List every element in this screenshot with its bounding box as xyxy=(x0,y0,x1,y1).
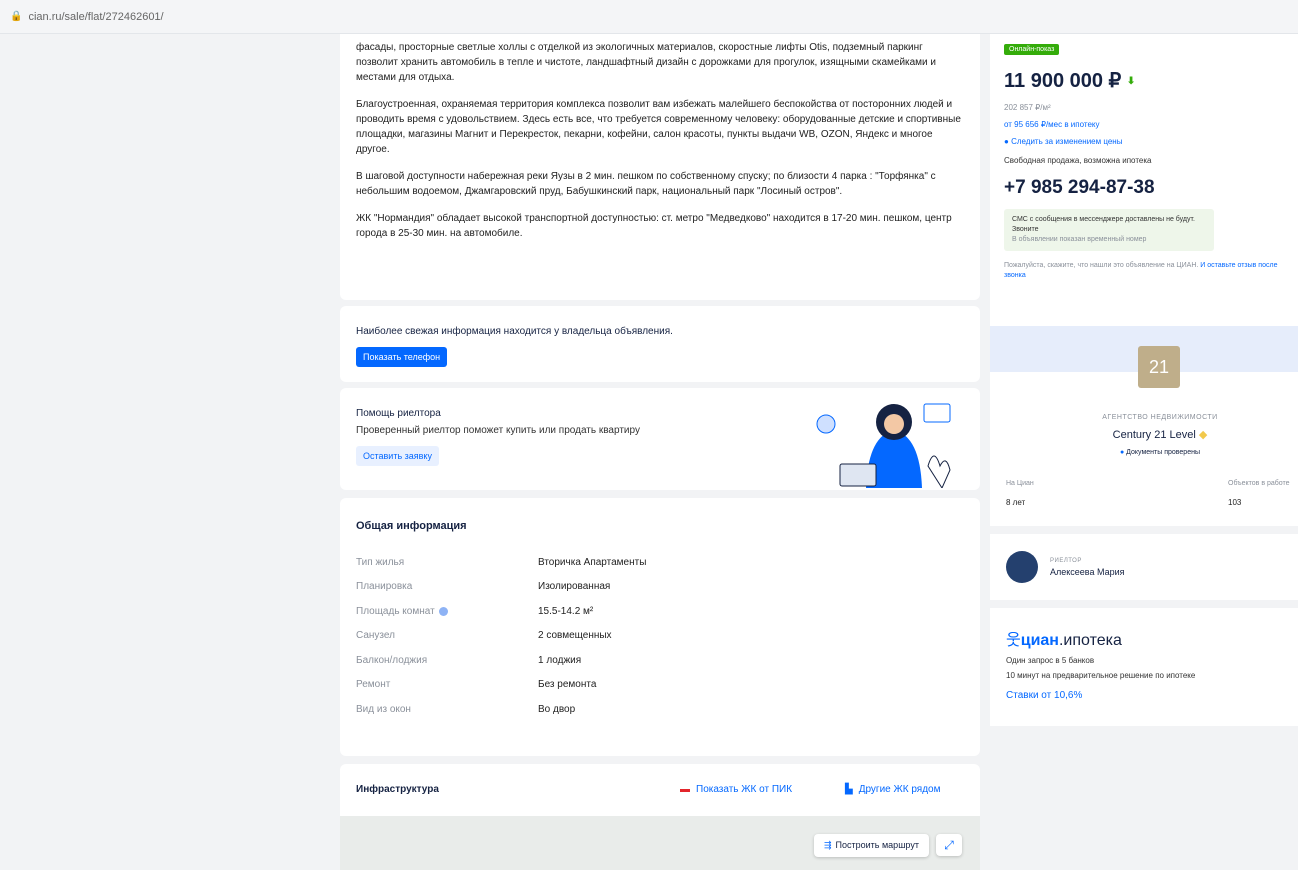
verified-icon: ◆ xyxy=(1198,429,1208,441)
infrastructure-card: Инфраструктура ▬ Показать ЖК от ПИК ▙ Друг… xyxy=(340,764,980,870)
report-message: Пожалуйста, скажите, что нашли это объяв… xyxy=(1004,262,1199,269)
info-row: Ремонт Без ремонта xyxy=(356,673,964,698)
cian-person-icon: 웃 xyxy=(1006,632,1021,649)
leave-request-button[interactable]: Оставить заявку xyxy=(356,446,439,466)
agency-type: АГЕНТСТВО НЕДВИЖИМОСТИ xyxy=(1102,414,1218,421)
info-value: 15.5-14.2 м² xyxy=(538,605,594,617)
online-show-badge: Онлайн-показ xyxy=(1004,44,1060,55)
sms-subtitle: В объявлении показан временный номер xyxy=(1012,236,1147,243)
mortgage-payment-link[interactable]: от 95 656 ₽/мес в ипотеку xyxy=(1004,120,1284,129)
documents-verified-label: Документы проверены xyxy=(1126,449,1200,456)
report-text: Пожалуйста, скажите, что нашли это объяв… xyxy=(1004,261,1284,281)
stat-value: 103 xyxy=(1228,498,1242,507)
info-value: Без ремонта xyxy=(538,679,597,691)
agency-logo: 21 xyxy=(1138,346,1180,388)
info-key: Площадь комнат xyxy=(356,606,538,617)
info-value: 1 лоджия xyxy=(538,654,582,666)
general-info-card: Общая информация Тип жилья Вторичка Апар… xyxy=(340,498,980,756)
general-info-title: Общая информация xyxy=(356,520,467,532)
info-key: Планировка xyxy=(356,581,413,593)
realtor-illustration xyxy=(816,403,951,488)
freshness-card: Наиболее свежая информация находится у в… xyxy=(340,306,980,382)
stat-label: На Циан xyxy=(1006,480,1034,487)
build-route-button[interactable]: ⇶ Построить маршрут xyxy=(814,834,929,857)
description-card: фасады, просторные светлые холлы с отдел… xyxy=(340,34,980,300)
sale-type: Свободная продажа, возможна ипотека xyxy=(1004,156,1152,165)
infrastructure-title: Инфраструктура xyxy=(356,784,439,795)
description-paragraph: В шаговой доступности набережная реки Яу… xyxy=(356,171,936,197)
info-row: Площадь комнат 15.5-14.2 м² xyxy=(356,599,964,624)
other-complexes-link[interactable]: ▙ Другие ЖК рядом xyxy=(845,784,940,795)
description-paragraph: Благоустроенная, охраняемая территория к… xyxy=(356,99,961,155)
sms-notice: СМС с сообщения в мессенджере доставлены… xyxy=(1004,209,1214,251)
route-icon: ⇶ xyxy=(824,840,832,850)
info-key-text: Площадь комнат xyxy=(356,605,435,617)
lock-icon: 🔒 xyxy=(10,11,23,22)
mortgage-line: 10 минут на предварительное решение по и… xyxy=(1006,671,1196,680)
info-row: Тип жилья Вторичка Апартаменты xyxy=(356,550,964,575)
other-complexes-label: Другие ЖК рядом xyxy=(858,784,941,795)
info-key: Тип жилья xyxy=(356,556,405,568)
expand-map-icon[interactable]: ⤢ xyxy=(936,834,962,856)
map[interactable]: ⇶ Построить маршрут ⤢ xyxy=(340,816,980,870)
documents-verified: ● Документы проверены xyxy=(990,449,1298,456)
realtor-name[interactable]: Алексеева Мария xyxy=(1050,567,1125,577)
brand-cian: циан xyxy=(1020,632,1059,649)
phone-number[interactable]: +7 985 294-87-38 xyxy=(1004,177,1284,199)
mortgage-rate-link[interactable]: Ставки от 10,6% xyxy=(1006,690,1282,701)
info-row: Санузел 2 совмещенных xyxy=(356,624,964,649)
price-per-meter: 202 857 ₽/м² xyxy=(1004,103,1051,112)
freshness-text: Наиболее свежая информация находится у в… xyxy=(356,326,673,337)
price-card: Онлайн-показ 11 900 000 ₽ ⬇ 202 857 ₽/м²… xyxy=(990,34,1298,326)
stat-label: Объектов в работе xyxy=(1228,480,1290,487)
sms-title: СМС с сообщения в мессенджере доставлены… xyxy=(1012,216,1195,233)
mortgage-card: 웃циан.ипотека Один запрос в 5 банков 10 … xyxy=(990,608,1298,726)
realtor-help-card: Помощь риелтора Проверенный риелтор помо… xyxy=(340,388,980,490)
check-icon: ● xyxy=(1119,449,1125,456)
show-pik-label: Показать ЖК от ПИК xyxy=(696,784,793,795)
watch-price-link[interactable]: ● Следить за изменением цены xyxy=(1004,137,1284,146)
info-row: Балкон/лоджия 1 лоджия xyxy=(356,648,964,673)
bell-icon: ● xyxy=(1004,137,1009,146)
building-icon: ▙ xyxy=(845,784,853,795)
stat-value: 8 лет xyxy=(1006,498,1026,507)
address-bar[interactable]: 🔒 cian.ru/sale/flat/272462601/ xyxy=(0,0,1298,34)
realtor-card[interactable]: РИЕЛТОР Алексеева Мария xyxy=(990,534,1298,600)
info-key: Вид из окон xyxy=(356,703,411,715)
brand-mortgage: .ипотека xyxy=(1058,632,1122,649)
pik-logo-icon: ▬ xyxy=(680,784,690,795)
description-paragraph: фасады, просторные светлые холлы с отдел… xyxy=(356,42,937,83)
agency-card[interactable]: 21 АГЕНТСТВО НЕДВИЖИМОСТИ Century 21 Lev… xyxy=(990,346,1298,526)
price-value: 11 900 000 ₽ xyxy=(1004,70,1122,92)
info-value: Вторичка Апартаменты xyxy=(538,556,647,568)
realtor-role: РИЕЛТОР xyxy=(1050,557,1082,564)
cian-mortgage-logo: 웃циан.ипотека xyxy=(1006,626,1282,650)
agency-name[interactable]: Century 21 Level ◆ xyxy=(990,428,1298,441)
description-paragraph: ЖК "Нормандия" обладает высокой транспор… xyxy=(356,213,952,239)
mortgage-line: Один запрос в 5 банков xyxy=(1006,656,1095,665)
price: 11 900 000 ₽ ⬇ xyxy=(1004,68,1284,93)
agency-name-label: Century 21 Level xyxy=(1112,429,1196,441)
info-key: Санузел xyxy=(356,630,395,642)
info-key: Балкон/лоджия xyxy=(356,654,428,666)
info-row: Планировка Изолированная xyxy=(356,575,964,600)
show-pik-link[interactable]: ▬ Показать ЖК от ПИК xyxy=(680,784,792,795)
avatar xyxy=(1006,551,1038,583)
build-route-label: Построить маршрут xyxy=(835,840,919,850)
info-value: Во двор xyxy=(538,703,576,715)
url-text[interactable]: cian.ru/sale/flat/272462601/ xyxy=(28,11,163,23)
info-row: Вид из окон Во двор xyxy=(356,697,964,722)
info-value: 2 совмещенных xyxy=(538,630,612,642)
info-key: Ремонт xyxy=(356,679,391,691)
watch-price-label: Следить за изменением цены xyxy=(1011,137,1123,146)
info-value: Изолированная xyxy=(538,581,611,593)
show-phone-button[interactable]: Показать телефон xyxy=(356,347,448,367)
price-down-icon[interactable]: ⬇ xyxy=(1127,76,1135,87)
info-icon[interactable] xyxy=(438,606,448,616)
